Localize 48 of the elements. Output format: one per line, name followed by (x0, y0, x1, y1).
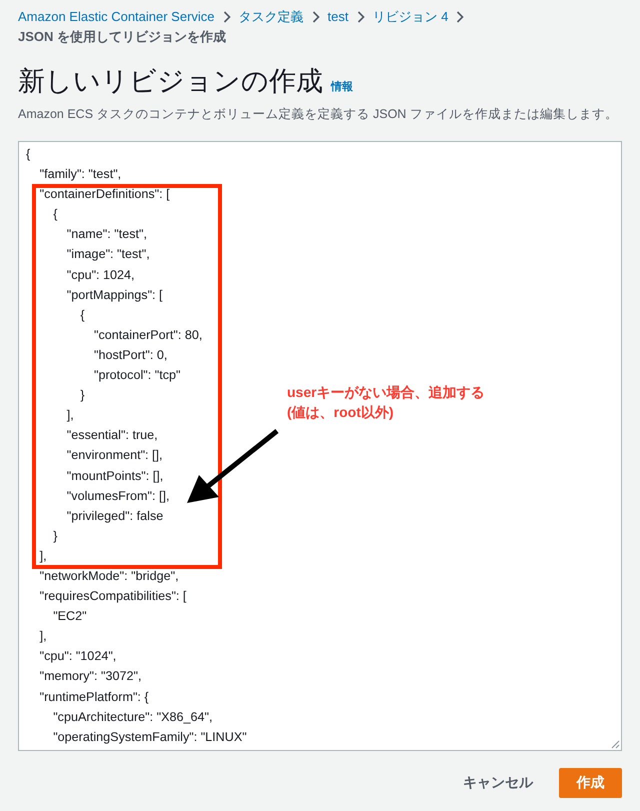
code-line: } (79, 387, 85, 404)
code-line: "volumesFrom": [], (66, 488, 170, 505)
code-line: "operatingSystemFamily": "LINUX" (52, 728, 247, 746)
create-button[interactable]: 作成 (559, 768, 622, 798)
page-title: 新しいリビジョンの作成 (18, 65, 323, 98)
breadcrumb-link[interactable]: Amazon Elastic Container Service (18, 8, 215, 26)
code-line: "mountPoints": [], (66, 468, 164, 485)
code-line: ], (38, 628, 47, 646)
code-line: "networkMode": "bridge", (38, 568, 179, 585)
chevron-right-icon (356, 11, 364, 23)
code-line: "cpuArchitecture": "X86_64", (52, 708, 212, 726)
json-editor[interactable] (18, 141, 622, 751)
code-line: "image": "test", (66, 246, 150, 264)
breadcrumb-link[interactable]: タスク定義 (238, 8, 304, 26)
code-line: } (52, 528, 58, 545)
code-line: "essential": true, (66, 427, 158, 444)
breadcrumb-link[interactable]: リビジョン 4 (372, 8, 448, 26)
code-line: "hostPort": 0, (93, 346, 168, 364)
code-line: "memory": "3072", (38, 668, 142, 686)
code-line: { (79, 306, 85, 324)
code-line: "runtimePlatform": { (38, 688, 149, 706)
code-line: "requiresCompatibilities": [ (38, 588, 186, 606)
code-line: { (52, 206, 58, 224)
code-line: "protocol": "tcp" (93, 367, 180, 384)
breadcrumb-current: JSON を使用してリビジョンを作成 (18, 28, 228, 46)
code-line: ], (66, 407, 74, 424)
code-line: "family": "test", (38, 166, 122, 184)
annotation-text: (値は、root以外) (287, 403, 395, 422)
chevron-right-icon (456, 11, 464, 23)
code-line: "portMappings": [ (66, 286, 163, 304)
chevron-right-icon (222, 11, 231, 23)
code-line: ], (38, 548, 47, 565)
code-line: "environment": [], (66, 447, 163, 464)
code-line: "containerPort": 80, (93, 326, 202, 344)
code-line: "EC2" (52, 608, 87, 626)
chevron-right-icon (312, 11, 320, 23)
code-line: { (26, 146, 30, 163)
code-line: "cpu": 1024, (66, 266, 135, 284)
code-line: "cpu": "1024", (38, 648, 116, 666)
code-line: "privileged": false (66, 508, 164, 525)
annotation-text: userキーがない場合、追加する (287, 383, 485, 402)
page-description: Amazon ECS タスクのコンテナとボリューム定義を定義する JSON ファイルを作成または編集します。 (18, 106, 619, 123)
code-line: "name": "test", (66, 226, 147, 244)
resize-grip-icon[interactable] (611, 740, 620, 749)
breadcrumb-link[interactable]: test (328, 8, 348, 26)
code-line: "containerDefinitions": [ (38, 186, 170, 204)
cancel-button[interactable]: キャンセル (459, 768, 537, 798)
info-link[interactable]: 情報 (331, 79, 353, 94)
